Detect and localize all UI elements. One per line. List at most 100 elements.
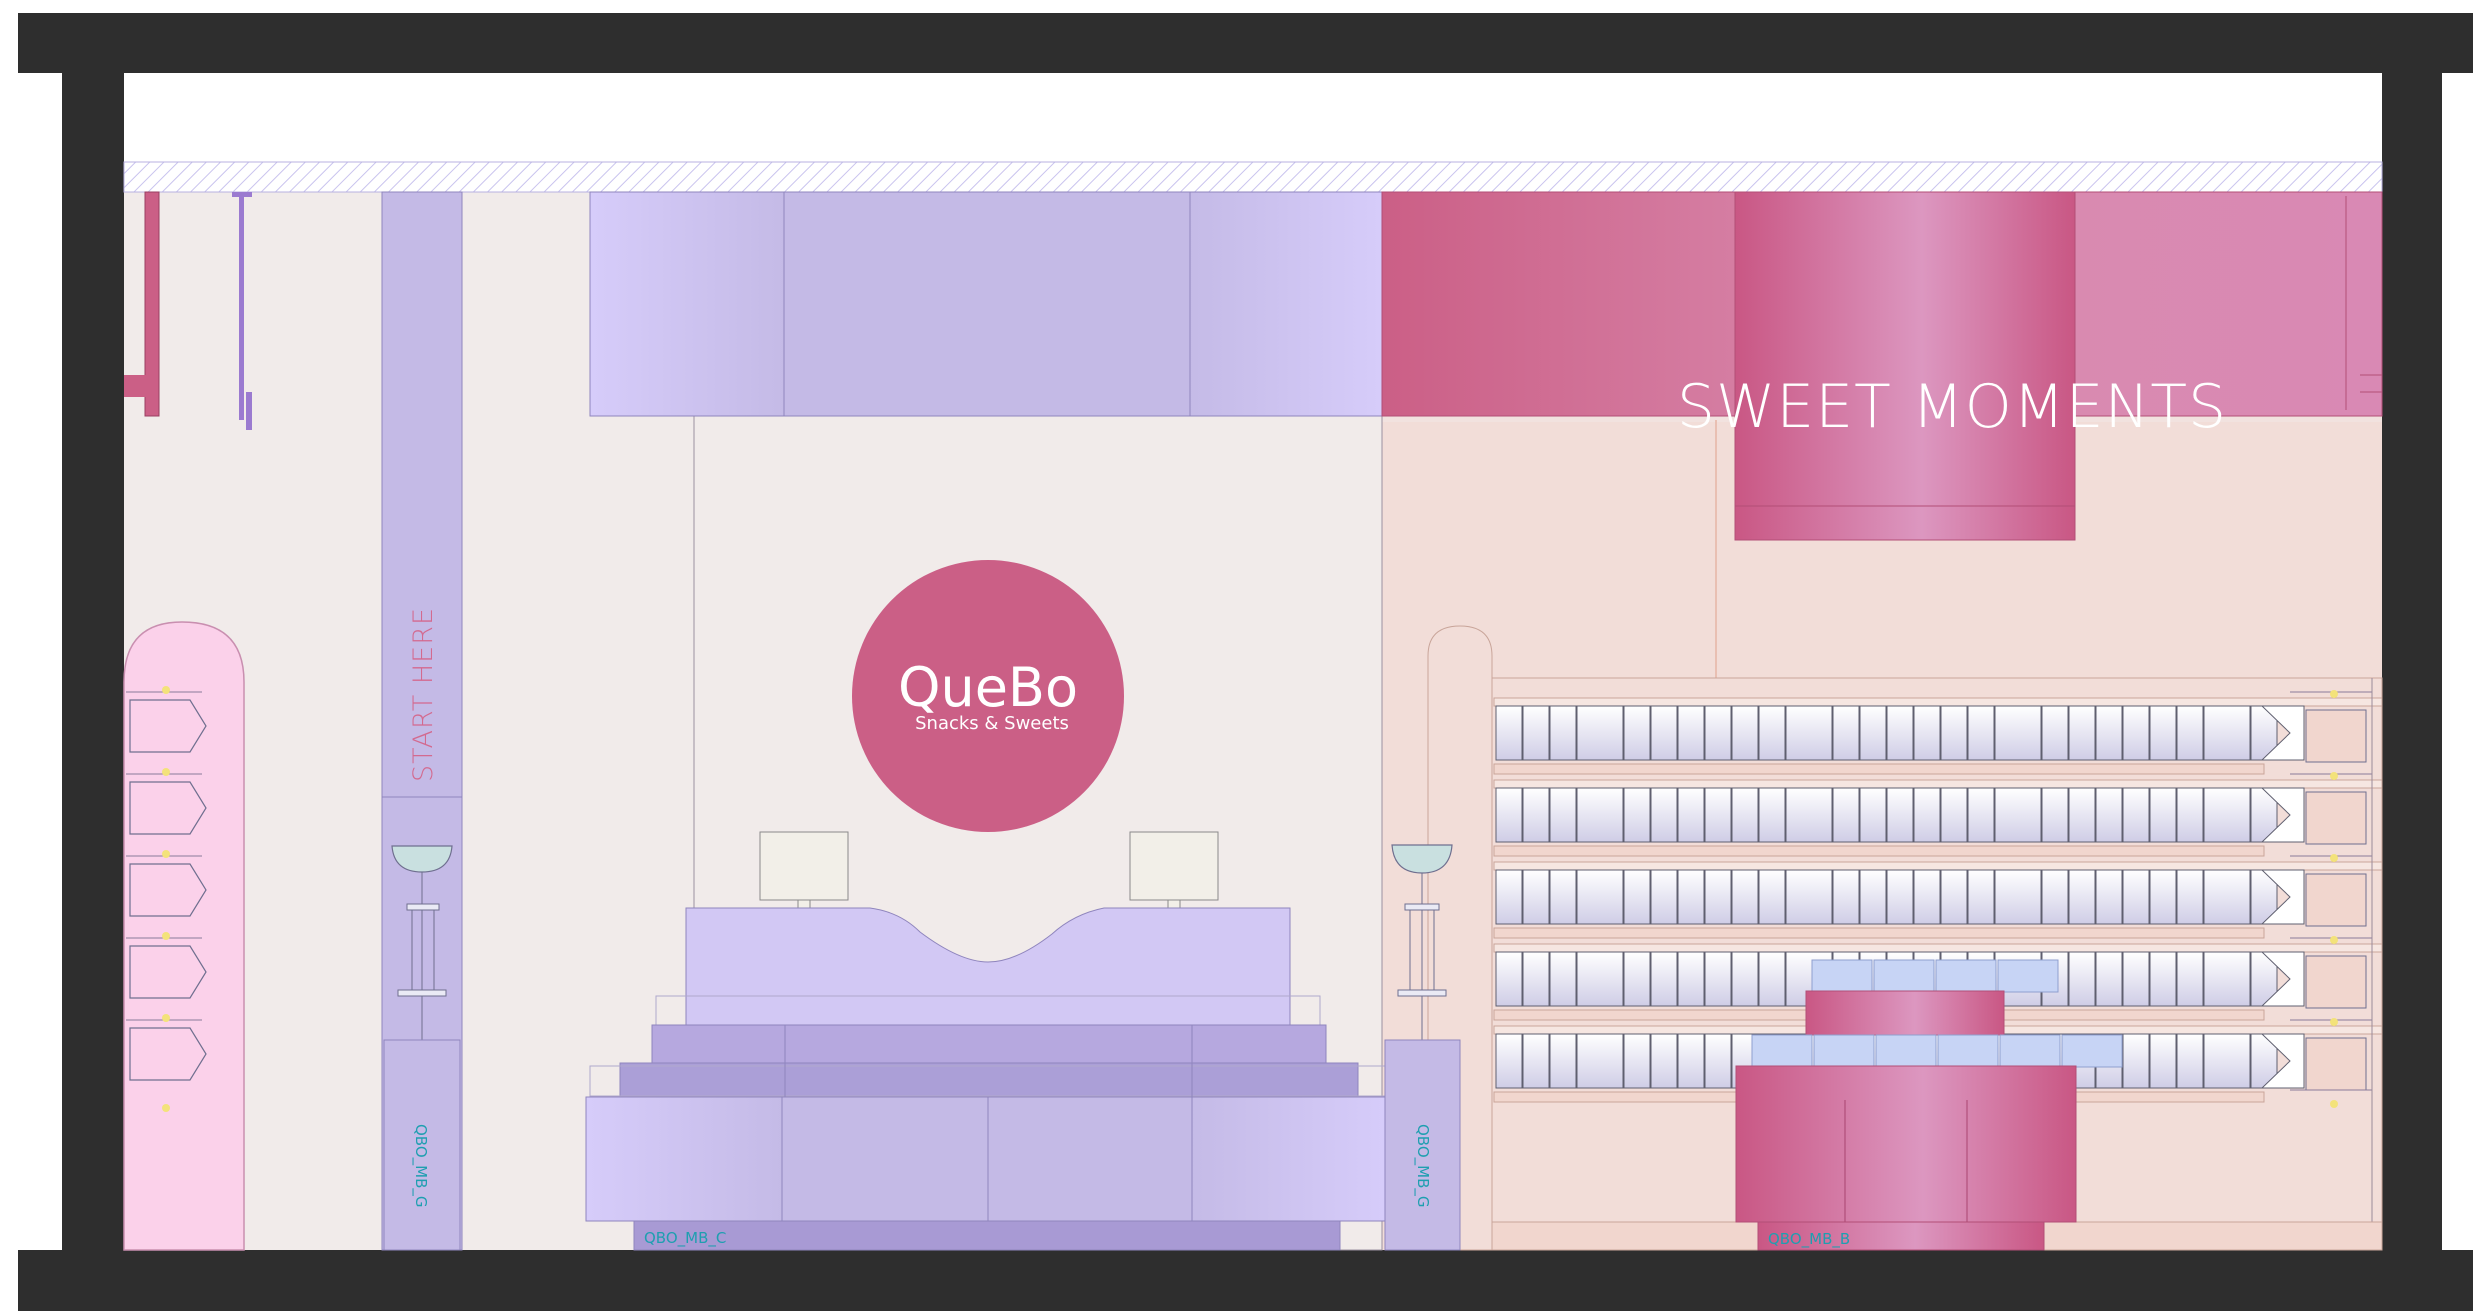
product-box <box>2176 1033 2204 1089</box>
product-box <box>1832 705 1860 761</box>
side-bin <box>2305 1037 2367 1091</box>
product-box <box>1495 705 1523 761</box>
product-box <box>2149 787 2177 843</box>
product-box <box>1623 951 1651 1007</box>
pink-cabinet-tray <box>129 699 207 753</box>
product-box <box>1576 1033 1624 1089</box>
product-box <box>2122 787 2150 843</box>
product-box <box>1758 951 1786 1007</box>
display-box <box>2061 1034 2123 1068</box>
product-box <box>1785 705 1833 761</box>
product-box <box>2176 951 2204 1007</box>
display-box <box>1751 1034 1813 1068</box>
product-box <box>1994 705 2042 761</box>
product-box <box>1522 951 1550 1007</box>
product-box <box>1832 869 1860 925</box>
product-box <box>1731 787 1759 843</box>
product-box <box>2122 951 2150 1007</box>
display-box <box>1937 1034 1999 1068</box>
product-box <box>2176 705 2204 761</box>
product-box <box>1677 869 1705 925</box>
shelf-light <box>162 1014 170 1022</box>
product-box <box>1731 705 1759 761</box>
side-bin <box>2305 955 2367 1009</box>
reception-plinth <box>633 1220 1341 1251</box>
shelf-board <box>1493 845 2265 857</box>
frame-top-beam <box>18 13 2473 73</box>
product-box <box>1650 869 1678 925</box>
shelf-light <box>162 686 170 694</box>
product-box <box>2203 787 2251 843</box>
product-box <box>1940 705 1968 761</box>
product-box <box>1859 787 1887 843</box>
shelf-board <box>1493 763 2265 775</box>
product-box <box>1623 705 1651 761</box>
product-box <box>2203 869 2251 925</box>
product-box <box>2122 1033 2150 1089</box>
product-box <box>1886 705 1914 761</box>
side-bin <box>2305 709 2367 763</box>
frame-bottom-beam <box>18 1250 2473 1312</box>
ceiling-band <box>123 161 2383 193</box>
product-box <box>1677 1033 1705 1089</box>
product-box <box>2068 951 2096 1007</box>
pink-cabinet-tray <box>129 863 207 917</box>
shelf-light <box>162 932 170 940</box>
product-box <box>2041 869 2069 925</box>
display-box <box>1811 959 1873 993</box>
product-box <box>1549 869 1577 925</box>
product-box <box>1495 1033 1523 1089</box>
product-box <box>2068 705 2096 761</box>
product-box <box>2122 705 2150 761</box>
shelf-light <box>2330 690 2338 698</box>
product-box <box>1758 705 1786 761</box>
product-box <box>1650 705 1678 761</box>
monitor-left <box>759 831 849 901</box>
product-box <box>1758 869 1786 925</box>
product-box <box>1549 705 1577 761</box>
product-box <box>2149 951 2177 1007</box>
frame-right-post <box>2382 73 2442 1252</box>
product-box <box>1758 787 1786 843</box>
product-box <box>2149 1033 2177 1089</box>
product-box <box>2176 869 2204 925</box>
product-box <box>1549 1033 1577 1089</box>
product-box <box>1576 869 1624 925</box>
product-box <box>1886 787 1914 843</box>
product-box <box>1576 787 1624 843</box>
product-box <box>1967 869 1995 925</box>
product-box <box>1549 787 1577 843</box>
shelf-light <box>2330 772 2338 780</box>
product-box <box>1677 787 1705 843</box>
product-box <box>1576 951 1624 1007</box>
product-box <box>1704 1033 1732 1089</box>
product-box <box>1913 869 1941 925</box>
product-box <box>2122 869 2150 925</box>
brand-logo-tagline: Snacks & Sweets <box>915 713 1069 734</box>
product-box <box>1940 787 1968 843</box>
product-box <box>2095 869 2123 925</box>
product-box <box>2095 705 2123 761</box>
side-bin <box>2305 873 2367 927</box>
product-box <box>2041 705 2069 761</box>
product-box <box>2203 705 2251 761</box>
hanging-cylinder <box>1734 191 2076 541</box>
product-box <box>1623 869 1651 925</box>
display-box <box>1873 959 1935 993</box>
display-box <box>1813 1034 1875 1068</box>
product-box <box>1785 787 1833 843</box>
product-box <box>1650 1033 1678 1089</box>
product-box <box>1522 869 1550 925</box>
product-box <box>2095 951 2123 1007</box>
product-box <box>1940 869 1968 925</box>
product-box <box>1704 951 1732 1007</box>
product-box <box>1576 705 1624 761</box>
product-box <box>1495 951 1523 1007</box>
product-box <box>1913 787 1941 843</box>
product-box <box>1522 1033 1550 1089</box>
shelf-light <box>2330 1018 2338 1026</box>
banner-text: SWEET MOMENTS <box>1677 372 2227 442</box>
product-box <box>1967 787 1995 843</box>
product-box <box>1886 869 1914 925</box>
display-box <box>1935 959 1997 993</box>
